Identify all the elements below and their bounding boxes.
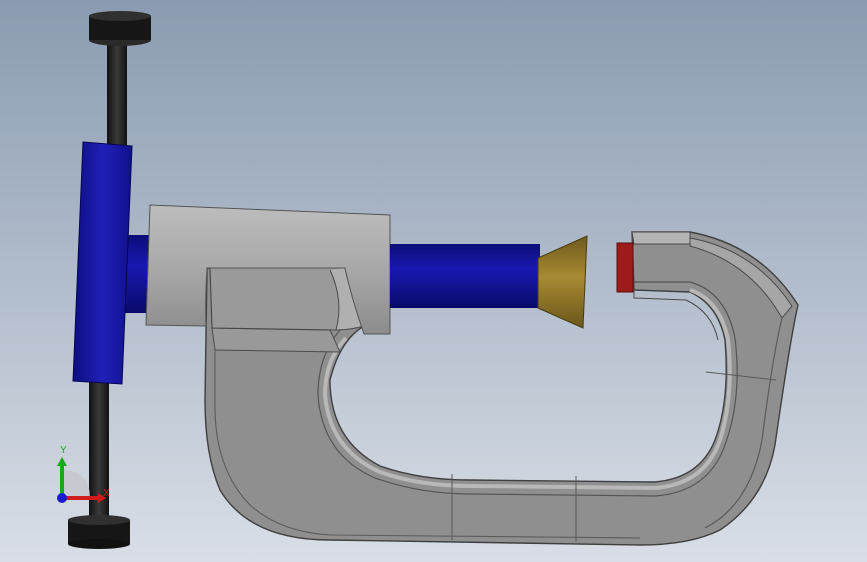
anvil[interactable] xyxy=(616,242,634,293)
spindle-right[interactable] xyxy=(390,244,540,308)
c-frame-jaw xyxy=(631,231,691,245)
viewport-canvas[interactable]: X Y xyxy=(0,0,867,562)
model-viewport[interactable]: X Y xyxy=(0,0,867,562)
bottom-knob xyxy=(68,515,130,549)
axis-y-label: Y xyxy=(60,445,67,456)
axis-x-label: X xyxy=(103,488,110,499)
axis-z-dot xyxy=(57,493,67,503)
c-frame-left-top-band xyxy=(211,327,341,353)
tommy-bar-upper-rod xyxy=(107,38,127,148)
top-knob xyxy=(89,11,151,46)
thimble[interactable] xyxy=(72,141,133,385)
